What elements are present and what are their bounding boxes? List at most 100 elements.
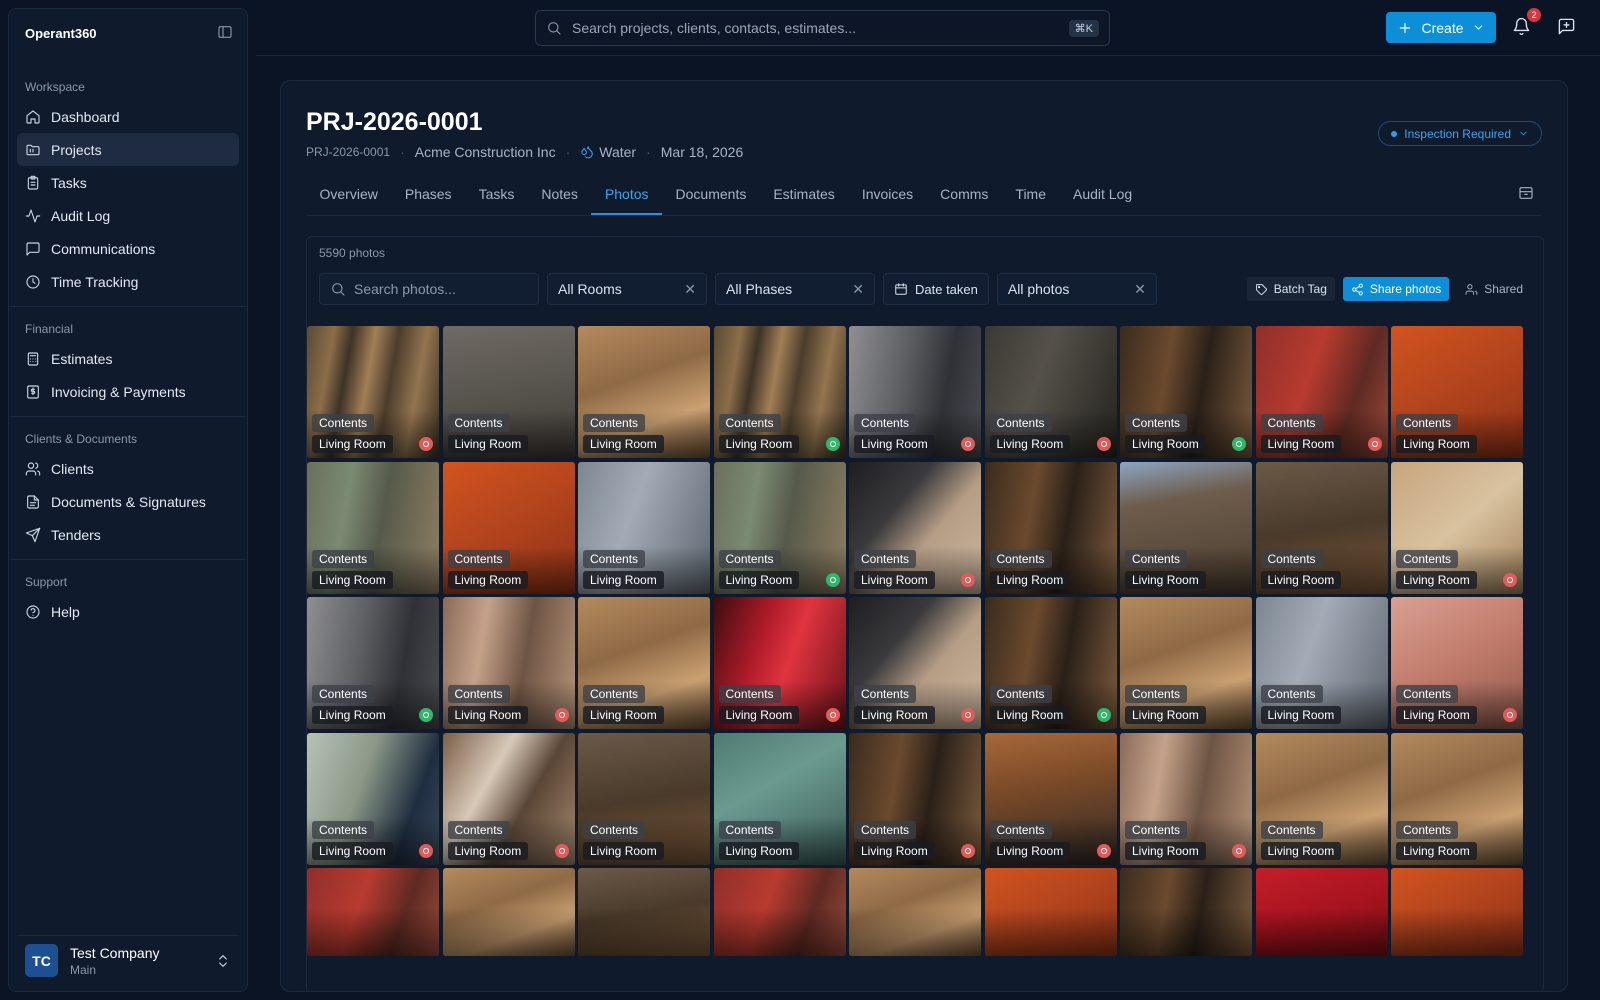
archive-icon[interactable] [1518, 185, 1534, 201]
tab-tasks[interactable]: Tasks [465, 175, 528, 215]
sidebar-item-audit-log[interactable]: Audit Log [17, 199, 239, 232]
photo-tile[interactable]: Contents Living Room [849, 732, 981, 865]
sidebar-item-estimates[interactable]: Estimates [17, 342, 239, 375]
phases-filter-value: All Phases [726, 281, 793, 297]
photo-tile[interactable]: Contents Living Room [442, 461, 575, 594]
tab-invoices[interactable]: Invoices [848, 175, 926, 215]
brand-logo-text[interactable]: Operant360 [25, 26, 97, 41]
photo-tile[interactable]: Contents Living Room [1120, 732, 1252, 865]
photo-tile[interactable]: Contents Living Room [713, 461, 846, 594]
sidebar-item-help[interactable]: Help [17, 595, 239, 628]
photo-room-tag: Living Room [1396, 706, 1477, 724]
photo-tile[interactable]: Contents Living Room [1255, 326, 1388, 458]
photo-tile[interactable]: Contents Living Room [1120, 597, 1252, 729]
message-plus-icon[interactable] [1557, 17, 1576, 36]
global-search-input[interactable]: Search projects, clients, contacts, esti… [535, 10, 1110, 46]
photo-tile[interactable]: Contents Living Room [442, 732, 575, 865]
tab-documents[interactable]: Documents [662, 175, 760, 215]
photo-tile[interactable] [578, 868, 710, 956]
photo-tile[interactable] [1120, 868, 1252, 956]
photo-tile[interactable]: Contents Living Room [307, 732, 439, 865]
photo-tile[interactable]: Contents Living Room [442, 597, 575, 729]
photo-tile[interactable] [1255, 868, 1388, 956]
photo-tile[interactable]: Contents Living Room [307, 326, 439, 458]
close-icon[interactable]: ✕ [1134, 281, 1146, 298]
photo-category-tag: Contents [1396, 820, 1459, 839]
status-badge-dropdown[interactable]: Inspection Required [1378, 121, 1542, 146]
photo-category-tag: Contents [312, 549, 375, 568]
photo-tile[interactable]: Contents Living Room [442, 326, 575, 458]
photo-tile[interactable]: Contents Living Room [849, 326, 981, 458]
share-photos-button[interactable]: Share photos [1342, 277, 1450, 301]
photo-tile[interactable]: Contents Living Room [578, 461, 710, 594]
sidebar-item-time-tracking[interactable]: Time Tracking [17, 265, 239, 298]
tab-comms[interactable]: Comms [927, 175, 1002, 215]
tab-estimates[interactable]: Estimates [760, 175, 848, 215]
photo-tile[interactable]: Contents Living Room [1120, 326, 1252, 458]
sidebar-item-tasks[interactable]: Tasks [17, 166, 239, 199]
sidebar-nav: Workspace Dashboard Projects Tasks Audit Log… [9, 71, 247, 628]
photo-tile[interactable]: Contents Living Room [1391, 732, 1523, 865]
photo-tile[interactable] [849, 868, 981, 956]
chevrons-up-down-icon[interactable] [215, 953, 231, 969]
project-client-link[interactable]: Acme Construction Inc [415, 144, 556, 160]
photo-tile[interactable] [1391, 868, 1523, 956]
photo-tile[interactable]: Contents Living Room [1255, 597, 1388, 729]
photo-tile[interactable]: Contents Living Room [1120, 461, 1252, 594]
photo-tile[interactable] [307, 868, 439, 956]
photo-tile[interactable] [442, 868, 575, 956]
photo-tile[interactable]: Contents Living Room [849, 461, 981, 594]
batch-tag-button[interactable]: Batch Tag [1246, 277, 1335, 301]
tab-audit-log[interactable]: Audit Log [1060, 175, 1146, 215]
photo-tile[interactable]: Contents Living Room [1391, 326, 1523, 458]
sidebar-item-tenders[interactable]: Tenders [17, 518, 239, 551]
shared-button[interactable]: Shared [1457, 277, 1531, 301]
sidebar-toggle-icon[interactable] [217, 24, 233, 40]
photo-tile[interactable]: Contents Living Room [984, 461, 1117, 594]
photo-tile[interactable]: Contents Living Room [984, 732, 1117, 865]
photo-category-tag: Contents [989, 685, 1052, 703]
photo-room-tag: Living Room [854, 570, 935, 589]
tab-overview[interactable]: Overview [306, 175, 391, 215]
tab-phases[interactable]: Phases [391, 175, 465, 215]
photo-tile[interactable]: Contents Living Room [1255, 461, 1388, 594]
photo-tile[interactable] [984, 868, 1117, 956]
photo-thumbnail-shade [1391, 908, 1523, 956]
close-icon[interactable]: ✕ [684, 281, 696, 298]
photo-tile[interactable]: Contents Living Room [578, 597, 710, 729]
photo-tile[interactable]: Contents Living Room [578, 732, 710, 865]
photo-tile[interactable]: Contents Living Room [578, 326, 710, 458]
tab-photos[interactable]: Photos [591, 175, 663, 215]
photo-tile[interactable]: Contents Living Room [984, 326, 1117, 458]
photo-tile[interactable]: Contents Living Room [849, 597, 981, 729]
search-photos-input[interactable]: Search photos... [319, 273, 539, 305]
sync-status-icon [1503, 572, 1517, 587]
page-title: PRJ-2026-0001 [306, 108, 483, 136]
photo-category-tag: Contents [1396, 549, 1459, 568]
sidebar-item-invoicing-payments[interactable]: Invoicing & Payments [17, 375, 239, 408]
sidebar-item-documents-signatures[interactable]: Documents & Signatures [17, 485, 239, 518]
photo-tile[interactable]: Contents Living Room [713, 597, 846, 729]
sidebar-item-dashboard[interactable]: Dashboard [17, 100, 239, 133]
rooms-filter-select[interactable]: All Rooms ✕ [547, 273, 707, 305]
create-button[interactable]: Create [1386, 12, 1496, 43]
sidebar-item-projects[interactable]: Projects [17, 133, 239, 166]
photo-tile[interactable] [713, 868, 846, 956]
tab-time[interactable]: Time [1002, 175, 1060, 215]
photo-tile[interactable]: Contents Living Room [713, 326, 846, 458]
close-icon[interactable]: ✕ [852, 281, 864, 298]
photo-tile[interactable]: Contents Living Room [1391, 461, 1523, 594]
tab-notes[interactable]: Notes [528, 175, 592, 215]
sidebar-item-communications[interactable]: Communications [17, 232, 239, 265]
photo-tile[interactable]: Contents Living Room [1391, 597, 1523, 729]
account-switcher[interactable]: TC Test Company Main [17, 935, 239, 985]
photo-tile[interactable]: Contents Living Room [984, 597, 1117, 729]
photo-tile[interactable]: Contents Living Room [307, 597, 439, 729]
phases-filter-select[interactable]: All Phases ✕ [715, 273, 875, 305]
photo-tile[interactable]: Contents Living Room [307, 461, 439, 594]
photo-tile[interactable]: Contents Living Room [1255, 732, 1388, 865]
sidebar-item-clients[interactable]: Clients [17, 452, 239, 485]
photo-type-filter-select[interactable]: All photos ✕ [996, 273, 1157, 305]
photo-tile[interactable]: Contents Living Room [713, 732, 846, 865]
date-taken-button[interactable]: Date taken [883, 273, 989, 305]
